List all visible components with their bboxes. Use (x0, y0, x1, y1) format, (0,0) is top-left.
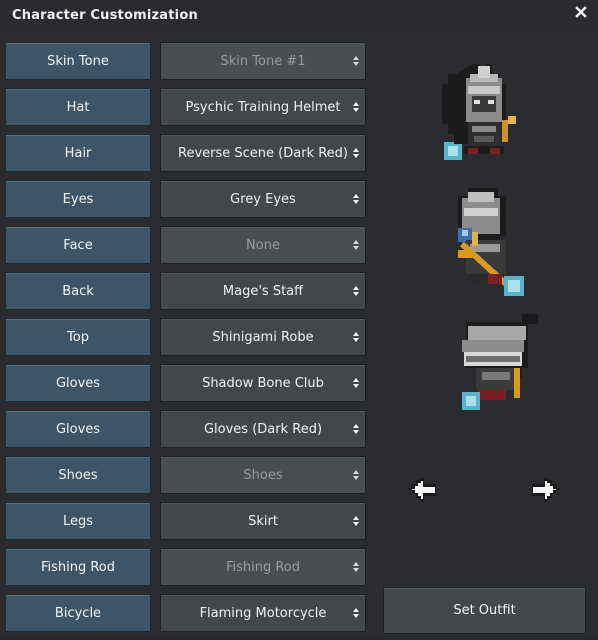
updown-arrows-icon (353, 607, 359, 619)
close-icon[interactable] (574, 6, 588, 22)
customization-row: Eyes Grey Eyes (4, 180, 368, 226)
option-select[interactable]: Grey Eyes (160, 180, 366, 218)
option-select[interactable]: Reverse Scene (Dark Red) (160, 134, 366, 172)
option-select-value: Shadow Bone Club (202, 375, 324, 391)
option-select[interactable]: Flaming Motorcycle (160, 594, 366, 632)
customization-row: Gloves Shadow Bone Club (4, 364, 368, 410)
set-outfit-button[interactable]: Set Outfit (383, 587, 586, 634)
option-select[interactable]: Psychic Training Helmet (160, 88, 366, 126)
updown-arrows-icon (353, 285, 359, 297)
customization-row: Face None (4, 226, 368, 272)
option-select[interactable]: Skin Tone #1 (160, 42, 366, 80)
arrow-right-icon[interactable] (530, 476, 560, 504)
updown-arrows-icon (353, 239, 359, 251)
category-button[interactable]: Shoes (5, 456, 151, 494)
customization-row: Skin Tone Skin Tone #1 (4, 42, 368, 88)
option-select[interactable]: Shoes (160, 456, 366, 494)
updown-arrows-icon (353, 469, 359, 481)
option-select-value: Reverse Scene (Dark Red) (178, 145, 348, 161)
updown-arrows-icon (353, 147, 359, 159)
customization-row: Hat Psychic Training Helmet (4, 88, 368, 134)
window-title: Character Customization (12, 8, 198, 23)
category-button[interactable]: Top (5, 318, 151, 356)
updown-arrows-icon (353, 515, 359, 527)
updown-arrows-icon (353, 193, 359, 205)
option-select-value: Shoes (243, 467, 283, 483)
option-select[interactable]: Shadow Bone Club (160, 364, 366, 402)
category-button[interactable]: Bicycle (5, 594, 151, 632)
category-button[interactable]: Hat (5, 88, 151, 126)
customization-row: Fishing Rod Fishing Rod (4, 548, 368, 594)
category-button[interactable]: Face (5, 226, 151, 264)
option-select[interactable]: Fishing Rod (160, 548, 366, 586)
title-bar: Character Customization (0, 0, 598, 33)
customization-row: Back Mage's Staff (4, 272, 368, 318)
option-select-value: Grey Eyes (230, 191, 296, 207)
option-select-value: Mage's Staff (222, 283, 304, 299)
category-button[interactable]: Gloves (5, 410, 151, 448)
option-select[interactable]: Gloves (Dark Red) (160, 410, 366, 448)
updown-arrows-icon (353, 423, 359, 435)
customization-row: Shoes Shoes (4, 456, 368, 502)
option-select[interactable]: Skirt (160, 502, 366, 540)
updown-arrows-icon (353, 55, 359, 67)
option-select-value: Gloves (Dark Red) (203, 421, 323, 437)
category-button[interactable]: Back (5, 272, 151, 310)
category-button[interactable]: Skin Tone (5, 42, 151, 80)
option-select-value: Shinigami Robe (212, 329, 314, 345)
option-select-value: Skin Tone #1 (220, 53, 306, 69)
option-select-value: None (246, 237, 280, 253)
category-button[interactable]: Hair (5, 134, 151, 172)
updown-arrows-icon (353, 561, 359, 573)
option-select-value: Flaming Motorcycle (199, 605, 327, 621)
arrow-left-icon[interactable] (408, 476, 438, 504)
character-sprite-front (442, 64, 516, 160)
customization-row: Hair Reverse Scene (Dark Red) (4, 134, 368, 180)
customization-row: Legs Skirt (4, 502, 368, 548)
option-select-value: Psychic Training Helmet (185, 99, 341, 115)
option-select[interactable]: None (160, 226, 366, 264)
category-button[interactable]: Eyes (5, 180, 151, 218)
character-sprite-back (462, 314, 538, 410)
option-select-value: Skirt (248, 513, 278, 529)
option-select[interactable]: Mage's Staff (160, 272, 366, 310)
customization-rows: Skin Tone Skin Tone #1 Hat Psychic Training… (4, 42, 368, 640)
category-button[interactable]: Gloves (5, 364, 151, 402)
updown-arrows-icon (353, 377, 359, 389)
customization-row: Top Shinigami Robe (4, 318, 368, 364)
option-select-value: Fishing Rod (225, 559, 301, 575)
customization-row: Bicycle Flaming Motorcycle (4, 594, 368, 640)
updown-arrows-icon (353, 101, 359, 113)
customization-row: Gloves Gloves (Dark Red) (4, 410, 368, 456)
character-sprite-side (458, 188, 524, 296)
customization-window: Character Customization Skin Tone Skin To… (0, 0, 598, 636)
category-button[interactable]: Legs (5, 502, 151, 540)
category-button[interactable]: Fishing Rod (5, 548, 151, 586)
option-select[interactable]: Shinigami Robe (160, 318, 366, 356)
updown-arrows-icon (353, 331, 359, 343)
